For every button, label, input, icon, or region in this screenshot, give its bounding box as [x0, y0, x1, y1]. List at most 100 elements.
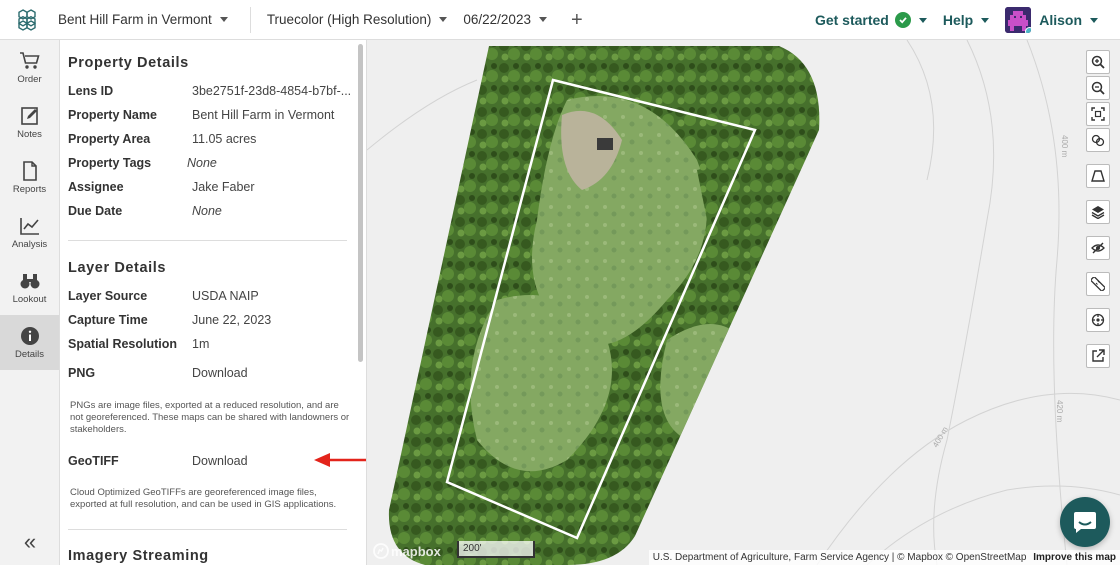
detail-key: Lens ID [68, 84, 114, 98]
hide-boundary-button[interactable] [1086, 236, 1110, 260]
detail-row: Due Date None [68, 204, 222, 218]
crosshair-icon [1091, 313, 1105, 327]
detail-value: USDA NAIP [192, 289, 259, 303]
date-selector-label: 06/22/2023 [463, 12, 531, 27]
zoom-in-button[interactable] [1086, 50, 1110, 74]
chevron-down-icon [219, 17, 228, 22]
layer-selector[interactable]: Truecolor (High Resolution) [267, 0, 448, 40]
detail-row: Property Area 11.05 acres [68, 132, 256, 146]
detail-key: Property Tags [68, 156, 152, 170]
map-attribution: U.S. Department of Agriculture, Farm Ser… [648, 550, 1120, 565]
hide-icon [1091, 242, 1105, 254]
detail-row: Assignee Jake Faber [68, 180, 255, 194]
mapbox-label: mapbox [391, 543, 441, 559]
detail-value: 11.05 acres [192, 132, 257, 146]
rail-item-analysis[interactable]: Analysis [0, 205, 59, 260]
perspective-button[interactable] [1086, 164, 1110, 188]
attribution-text[interactable]: U.S. Department of Agriculture, Farm Ser… [653, 552, 1027, 563]
measure-button[interactable] [1086, 272, 1110, 296]
perspective-icon [1091, 170, 1105, 182]
date-selector[interactable]: 06/22/2023 [463, 0, 547, 40]
top-bar: Bent Hill Farm in Vermont Truecolor (Hig… [0, 0, 1120, 40]
details-panel: Property Details Lens ID 3be2751f-23d8-4… [60, 40, 367, 565]
detail-key: GeoTIFF [68, 454, 119, 468]
improve-map-link[interactable]: Improve this map [1033, 552, 1116, 563]
detail-value: None [192, 204, 222, 218]
section-divider [68, 529, 347, 530]
chevron-down-icon [1090, 17, 1098, 23]
rail-item-details[interactable]: Details [0, 315, 59, 370]
external-link-icon [1092, 349, 1105, 362]
detail-key: Spatial Resolution [68, 337, 178, 351]
divider [249, 6, 251, 33]
chat-support-button[interactable] [1060, 497, 1110, 547]
left-nav-rail: Order Notes Reports Analysis Lookout Det… [0, 40, 60, 565]
rail-item-order[interactable]: Order [0, 40, 59, 95]
rail-item-label: Reports [12, 183, 47, 195]
rail-item-reports[interactable]: Reports [0, 150, 59, 205]
binoculars-icon [20, 273, 39, 288]
contour-label: 400 m [1060, 135, 1069, 158]
compare-icon [1091, 134, 1105, 147]
detail-value: None [187, 156, 217, 170]
section-title-imagery-streaming: Imagery Streaming [68, 548, 209, 564]
scale-bar: 200' [457, 541, 535, 558]
section-divider [68, 240, 347, 241]
locate-button[interactable] [1086, 308, 1110, 332]
notes-icon [20, 106, 38, 125]
aerial-imagery: 400 m 420 m 400 m [367, 40, 1120, 565]
collapse-panel-button[interactable]: « [0, 529, 60, 555]
get-started-label: Get started [814, 12, 889, 28]
section-title-layer-details: Layer Details [68, 260, 167, 276]
document-icon [22, 160, 37, 181]
detail-key: Capture Time [68, 313, 148, 327]
annotation-arrow-icon [314, 453, 366, 467]
detail-value: Jake Faber [192, 180, 255, 194]
add-layer-button[interactable]: + [571, 10, 583, 30]
geotiff-download-link[interactable]: Download [192, 454, 248, 468]
detail-key: Due Date [68, 204, 123, 218]
scrollbar[interactable] [358, 44, 363, 362]
zoom-out-button[interactable] [1086, 76, 1110, 100]
chart-line-icon [19, 217, 39, 235]
map-toolbar [1086, 50, 1110, 368]
detail-row-png: PNG Download [68, 366, 248, 380]
detail-value: 3be2751f-23d8-4854-b7bf-... [192, 84, 352, 98]
rail-item-lookout[interactable]: Lookout [0, 260, 59, 315]
status-dot [1025, 27, 1032, 33]
detail-key: Property Area [68, 132, 151, 146]
compare-button[interactable] [1086, 128, 1110, 152]
rail-item-notes[interactable]: Notes [0, 95, 59, 150]
detail-key: PNG [68, 366, 96, 380]
property-selector-label: Bent Hill Farm in Vermont [58, 12, 212, 27]
layers-button[interactable] [1086, 200, 1110, 224]
detail-value: Bent Hill Farm in Vermont [192, 108, 335, 122]
chevron-down-icon [439, 17, 448, 22]
png-download-link[interactable]: Download [192, 366, 248, 380]
mapbox-icon [373, 543, 389, 559]
detail-row: Capture Time June 22, 2023 [68, 313, 271, 327]
detail-value: June 22, 2023 [192, 313, 272, 327]
mapbox-logo[interactable]: mapbox [373, 543, 441, 559]
property-selector[interactable]: Bent Hill Farm in Vermont [58, 0, 228, 40]
rail-item-label: Details [14, 348, 45, 360]
check-circle-icon [894, 12, 911, 28]
help-menu-button[interactable]: Help [942, 12, 990, 28]
layers-icon [1091, 206, 1105, 219]
fit-bounds-button[interactable] [1086, 102, 1110, 126]
map-view[interactable]: 400 m 420 m 400 m mapbox 200' U.S. Depar… [367, 40, 1120, 565]
chevron-down-icon [918, 17, 927, 23]
help-label: Help [942, 12, 974, 28]
detail-row: Layer Source USDA NAIP [68, 289, 259, 303]
user-menu-button[interactable]: Alison [1005, 7, 1098, 33]
get-started-button[interactable]: Get started [815, 12, 927, 28]
section-title-property-details: Property Details [68, 55, 189, 71]
png-help-text: PNGs are image files, exported at a redu… [70, 400, 350, 435]
geotiff-help-text: Cloud Optimized GeoTIFFs are georeferenc… [70, 487, 337, 510]
avatar [1005, 7, 1032, 33]
rail-item-label: Order [17, 73, 42, 85]
chevron-down-icon [981, 17, 990, 23]
ruler-icon [1091, 277, 1105, 291]
app-logo-icon[interactable] [0, 0, 58, 40]
open-external-button[interactable] [1086, 344, 1110, 368]
